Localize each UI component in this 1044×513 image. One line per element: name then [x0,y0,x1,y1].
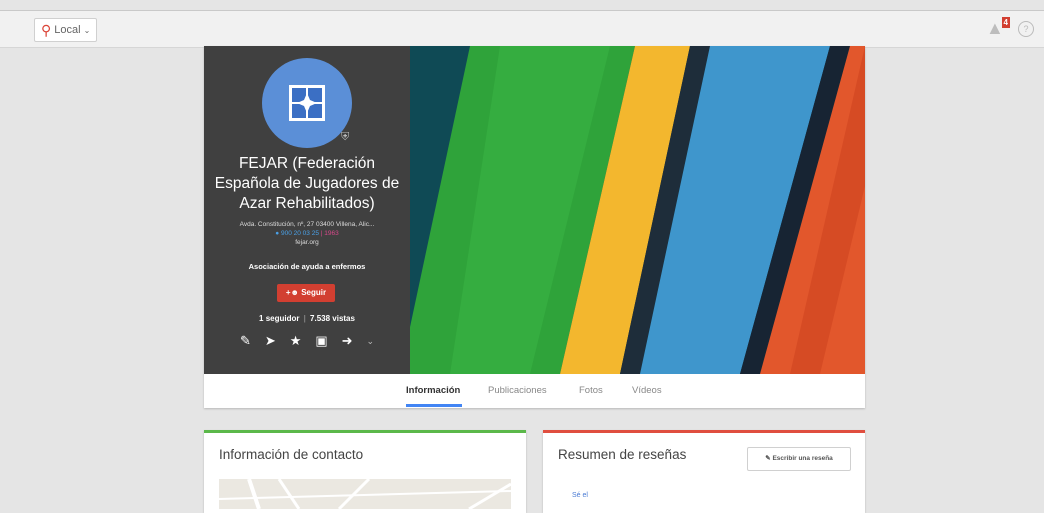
star-icon[interactable]: ★ [290,333,302,349]
camera-icon[interactable]: ▣ [315,333,327,349]
phone-line: ● 900 20 03 25 | 1963 [204,230,410,237]
edit-icon[interactable]: ✎ [240,333,251,349]
local-dropdown-button[interactable]: ⚲ Local ⌄ [34,18,98,42]
tab-videos[interactable]: Vídeos [632,385,662,396]
followers-count: 1 seguidor [259,314,300,323]
organization-name: FEJAR (Federación Española de Jugadores … [214,155,400,212]
website-link[interactable]: fejar.org [204,239,410,246]
profile-tabs: Información Publicaciones Fotos Vídeos [204,374,865,408]
local-label: Local [54,24,81,36]
tab-fotos[interactable]: Fotos [579,385,603,396]
map-image [219,479,511,509]
phone-suffix: | 1963 [320,230,339,237]
chevron-down-icon: ⌄ [83,25,91,35]
active-tab-indicator [406,404,462,407]
add-person-icon: +☻ [285,288,299,297]
top-bar: ⚲ Local ⌄ ▲ 4 ? [0,10,1044,48]
write-review-button[interactable]: ✎ Escribir una reseña [747,447,851,471]
notification-count-badge: 4 [1001,17,1010,28]
contact-card: Información de contacto [204,430,526,513]
organization-logo-icon [289,85,325,121]
tab-informacion[interactable]: Información [406,385,460,396]
avatar[interactable] [262,58,352,148]
cover-image [410,46,865,374]
pencil-icon: ✎ [765,455,771,462]
help-icon[interactable]: ? [1018,21,1034,37]
map-pin-icon: ⚲ [41,21,52,38]
category-label: Asociación de ayuda a enfermos [248,262,366,271]
chevron-down-icon[interactable]: ⌄ [366,336,374,347]
write-review-label: Escribir una reseña [772,455,833,462]
phone-icon: ● [275,230,280,237]
follow-label: Seguir [301,288,327,297]
verified-shield-icon: ⛨ [341,131,350,143]
reviews-card: Resumen de reseñas ✎ Escribir una reseña… [543,430,865,513]
cover-photo[interactable] [410,46,865,374]
contact-title: Información de contacto [219,447,364,462]
address[interactable]: Avda. Constitución, nº, 27 03400 Villena… [210,221,404,228]
phone-number[interactable]: 900 20 03 25 [281,230,319,237]
profile-info-panel: ⛨ FEJAR (Federación Española de Jugadore… [204,46,410,374]
be-first-link[interactable]: Sé el [572,492,588,499]
views-count: 7.538 vistas [310,314,355,323]
tab-publicaciones[interactable]: Publicaciones [488,385,547,396]
directions-icon[interactable]: ➤ [265,333,276,349]
follow-button[interactable]: +☻ Seguir [277,284,335,302]
notifications-button[interactable]: ▲ 4 [986,17,1010,39]
action-toolbar: ✎ ➤ ★ ▣ ➜ ⌄ [240,333,374,349]
share-icon[interactable]: ➜ [342,333,353,349]
profile-card: ⛨ FEJAR (Federación Española de Jugadore… [204,46,865,408]
reviews-title: Resumen de reseñas [558,447,687,462]
stats-separator: | [303,314,306,323]
map-preview[interactable] [219,479,511,509]
profile-stats: 1 seguidor | 7.538 vistas [204,314,410,323]
